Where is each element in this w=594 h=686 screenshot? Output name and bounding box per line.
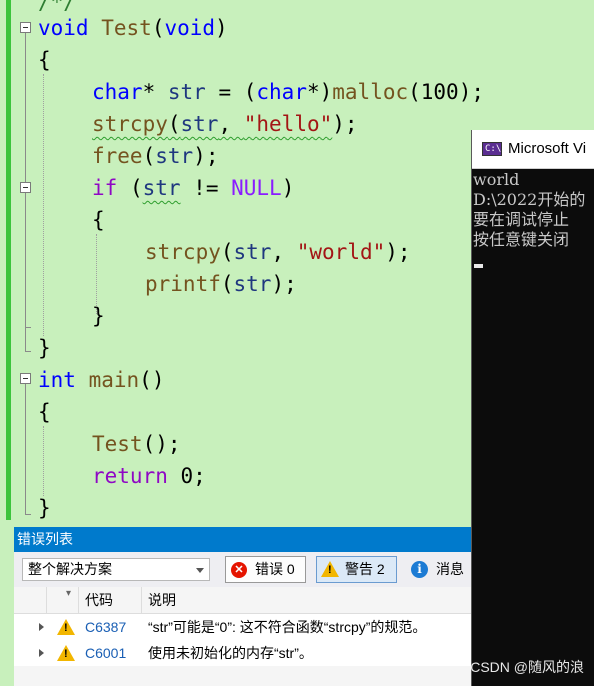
- scope-dropdown[interactable]: 整个解决方案: [22, 558, 210, 581]
- error-list-panel: 错误列表 整个解决方案 ✕ 错误 0 ! 警告 2 i 消息 ▾ 代码 说明 !…: [14, 527, 471, 686]
- code-line-12: int main(): [38, 368, 165, 392]
- messages-filter-button[interactable]: i 消息: [411, 556, 471, 583]
- code-line-10: }: [92, 304, 105, 328]
- fold-end-main: [25, 514, 31, 515]
- warning-description: 使用未初始化的内存“str”。: [148, 645, 313, 661]
- column-separator[interactable]: [46, 587, 47, 613]
- table-row[interactable]: ! C6387 “str”可能是“0”: 这不符合函数“strcpy”的规范。: [14, 614, 471, 640]
- expand-row-icon[interactable]: [39, 623, 44, 631]
- column-separator[interactable]: [78, 587, 79, 613]
- console-window[interactable]: C:\ Microsoft Vi world D:\2022开始的 要在调试停止…: [471, 130, 594, 686]
- console-output-line: D:\2022开始的: [473, 190, 586, 209]
- error-list-header: ▾ 代码 说明: [14, 587, 471, 614]
- warning-icon: !: [57, 645, 75, 661]
- column-separator[interactable]: [141, 587, 142, 613]
- error-list-title[interactable]: 错误列表: [14, 527, 471, 552]
- column-code[interactable]: 代码: [85, 587, 113, 613]
- error-icon: ✕: [231, 562, 247, 578]
- console-output-line: world: [473, 170, 520, 189]
- info-icon: i: [411, 561, 428, 578]
- errors-filter-label: 错误 0: [255, 561, 295, 577]
- chevron-down-icon: [196, 568, 204, 573]
- warning-description: “str”可能是“0”: 这不符合函数“strcpy”的规范。: [148, 619, 427, 635]
- code-line-3: char* str = (char*)malloc(100);: [92, 80, 484, 104]
- watermark: CSDN @随风的浪: [470, 659, 584, 675]
- fold-guide-main: [25, 384, 26, 514]
- code-line-1: void Test(void): [38, 16, 228, 40]
- code-line-13: {: [38, 400, 51, 424]
- error-list-toolbar: 整个解决方案 ✕ 错误 0 ! 警告 2 i 消息: [14, 552, 471, 587]
- warning-code-link[interactable]: C6001: [85, 640, 126, 666]
- sort-icon[interactable]: ▾: [66, 581, 71, 607]
- change-tracking-bar: [6, 0, 11, 520]
- code-line-8: strcpy(str, "world");: [145, 240, 411, 264]
- errors-filter-button[interactable]: ✕ 错误 0: [225, 556, 306, 583]
- expand-row-icon[interactable]: [39, 649, 44, 657]
- code-line-7: {: [92, 208, 105, 232]
- warning-code-link[interactable]: C6387: [85, 614, 126, 640]
- column-description[interactable]: 说明: [148, 587, 176, 613]
- code-line-5: free(str);: [92, 144, 219, 168]
- collapse-test-function-icon[interactable]: [20, 22, 31, 33]
- code-line-9: printf(str);: [145, 272, 297, 296]
- console-title: Microsoft Vi: [508, 140, 587, 157]
- console-cursor: [474, 264, 483, 268]
- indent-guide-test: [43, 74, 44, 336]
- code-line-6: if (str != NULL): [92, 176, 295, 200]
- warnings-filter-button[interactable]: ! 警告 2: [316, 556, 397, 583]
- collapse-if-block-icon[interactable]: [20, 182, 31, 193]
- code-line-16: }: [38, 496, 51, 520]
- scope-value: 整个解决方案: [28, 561, 112, 577]
- warnings-filter-label: 警告 2: [345, 561, 385, 577]
- code-line-11: }: [38, 336, 51, 360]
- collapse-main-function-icon[interactable]: [20, 373, 31, 384]
- console-output-line: 按任意键关闭: [473, 230, 570, 249]
- code-line-2: {: [38, 48, 51, 72]
- fold-end-if: [25, 327, 31, 328]
- console-title-bar[interactable]: C:\ Microsoft Vi: [472, 130, 594, 169]
- warning-icon: !: [57, 619, 75, 635]
- code-line-14: Test();: [92, 432, 181, 456]
- console-app-icon: C:\: [482, 142, 502, 156]
- code-line-4: strcpy(str, "hello");: [92, 112, 358, 136]
- indent-guide-main: [43, 426, 44, 496]
- fold-end-test: [25, 351, 31, 352]
- warning-icon: !: [321, 561, 339, 577]
- code-line-15: return 0;: [92, 464, 206, 488]
- table-row[interactable]: ! C6001 使用未初始化的内存“str”。: [14, 640, 471, 666]
- messages-filter-label: 消息: [436, 561, 464, 577]
- console-output-line: 要在调试停止: [473, 210, 570, 229]
